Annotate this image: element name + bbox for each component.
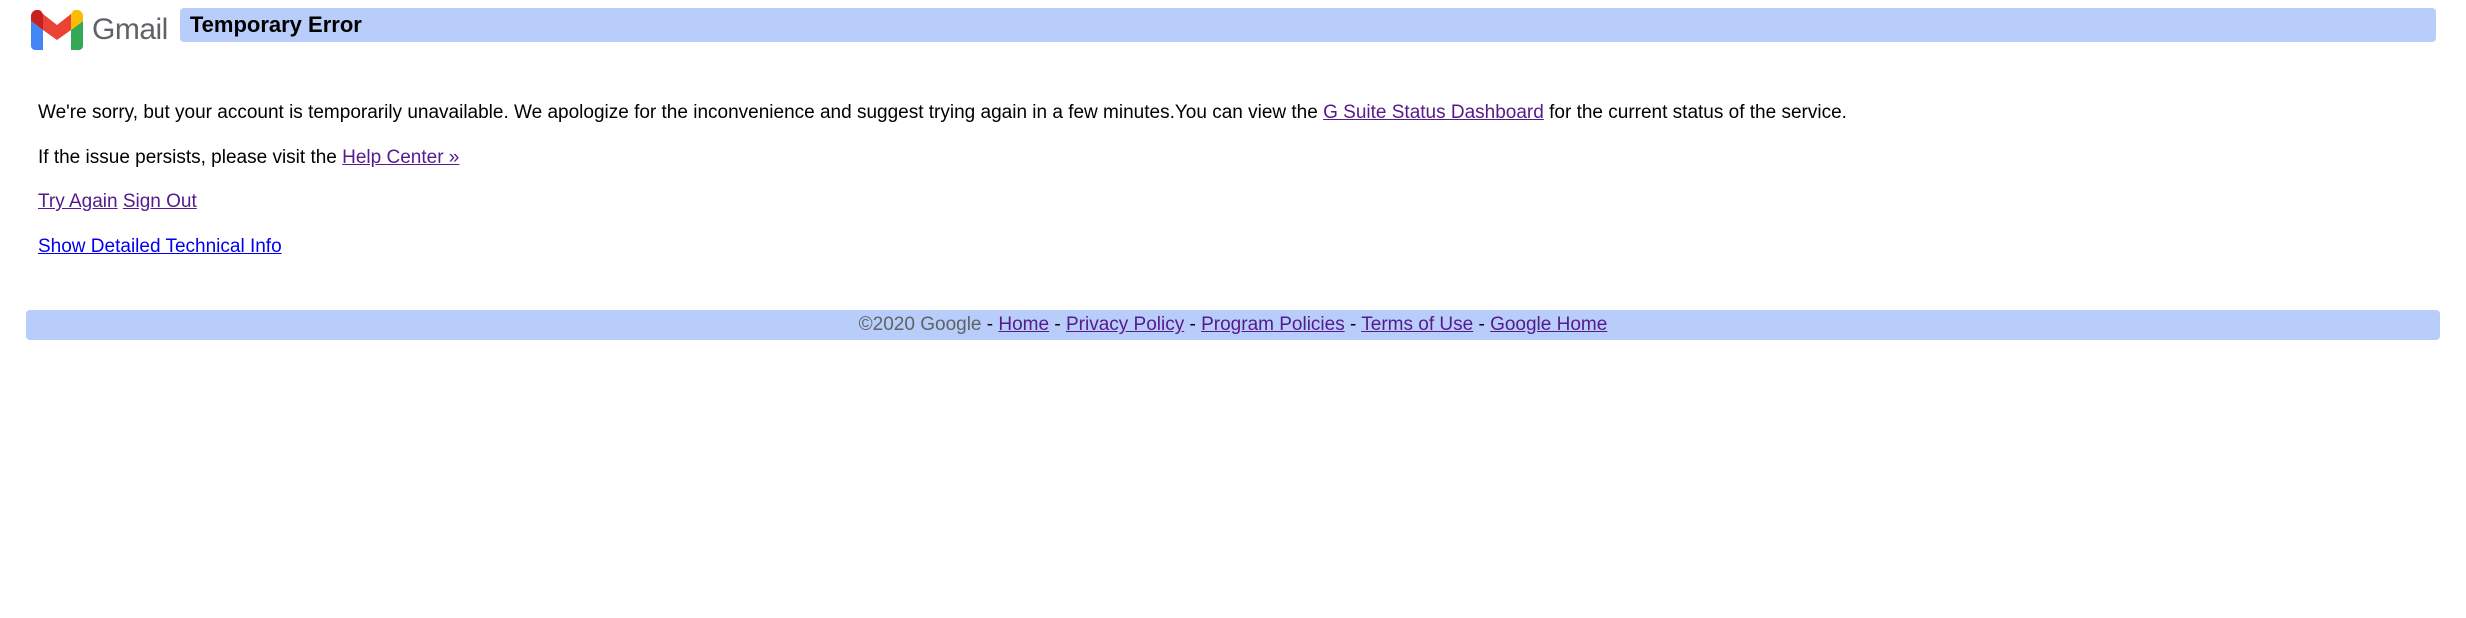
apology-paragraph: We're sorry, but your account is tempora…	[38, 100, 2428, 127]
footer-copyright: ©2020 Google	[859, 314, 982, 335]
footer-separator: -	[1350, 314, 1361, 335]
footer-privacy-link[interactable]: Privacy Policy	[1066, 314, 1184, 335]
footer-separator: -	[987, 314, 999, 335]
footer-home-link[interactable]: Home	[998, 314, 1049, 335]
gmail-text: Gmail	[92, 13, 168, 47]
footer: ©2020 Google - Home - Privacy Policy - P…	[26, 310, 2440, 340]
try-again-link[interactable]: Try Again	[38, 191, 118, 212]
tech-info-link[interactable]: Show Detailed Technical Info	[38, 234, 282, 261]
content-area: We're sorry, but your account is tempora…	[30, 100, 2436, 310]
help-text-1: If the issue persists, please visit the	[38, 147, 342, 168]
footer-separator: -	[1190, 314, 1202, 335]
footer-separator: -	[1478, 314, 1490, 335]
footer-program-link[interactable]: Program Policies	[1201, 314, 1345, 335]
action-links: Try Again Sign Out	[38, 189, 2428, 216]
help-paragraph: If the issue persists, please visit the …	[38, 145, 2428, 172]
apology-text-1: We're sorry, but your account is tempora…	[38, 102, 1323, 123]
apology-text-2: for the current status of the service.	[1544, 102, 1847, 123]
error-banner: Temporary Error	[180, 8, 2436, 42]
footer-separator: -	[1054, 314, 1066, 335]
gmail-logo: Gmail	[30, 8, 168, 50]
gmail-m-icon	[30, 10, 84, 50]
sign-out-link[interactable]: Sign Out	[123, 191, 197, 212]
header-row: Gmail Temporary Error	[30, 8, 2436, 50]
help-center-link[interactable]: Help Center »	[342, 147, 459, 168]
status-dashboard-link[interactable]: G Suite Status Dashboard	[1323, 102, 1544, 123]
footer-terms-link[interactable]: Terms of Use	[1361, 314, 1473, 335]
footer-google-home-link[interactable]: Google Home	[1490, 314, 1607, 335]
